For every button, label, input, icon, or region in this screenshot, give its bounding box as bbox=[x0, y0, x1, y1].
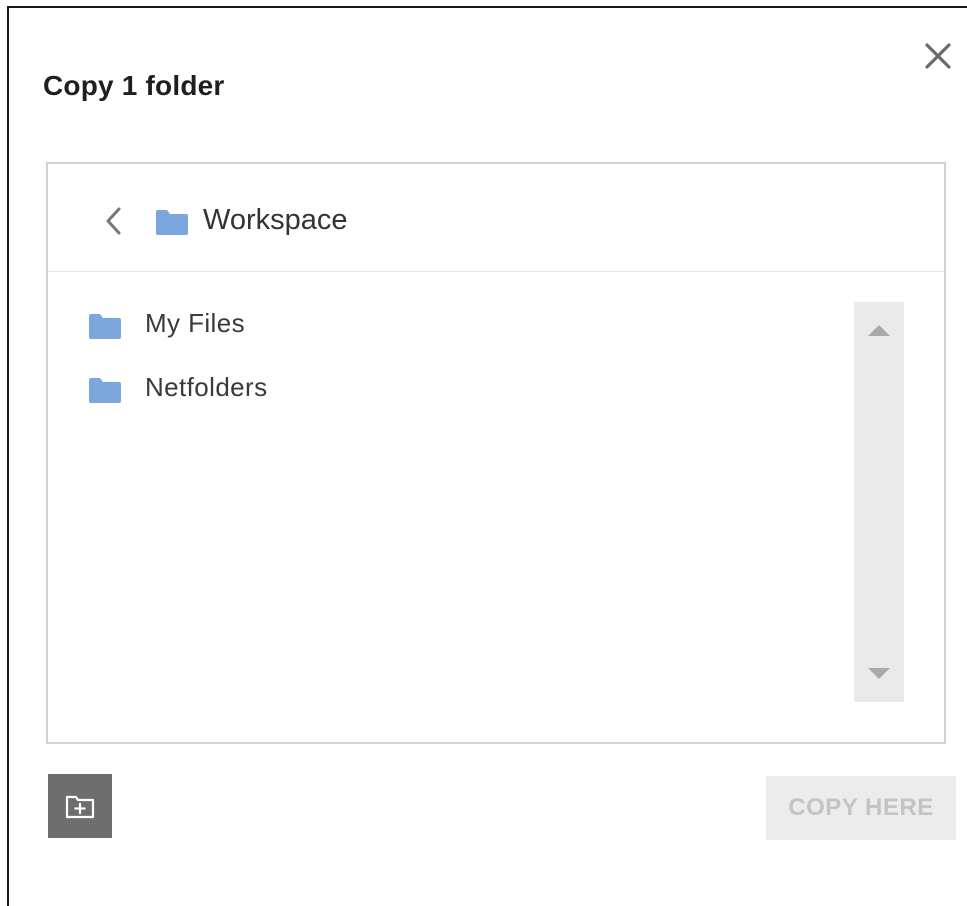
folder-item-my-files[interactable]: My Files bbox=[86, 298, 826, 348]
folder-icon bbox=[156, 210, 188, 235]
scrollbar[interactable] bbox=[854, 302, 904, 702]
folder-item-netfolders[interactable]: Netfolders bbox=[86, 362, 826, 412]
new-folder-button[interactable] bbox=[48, 774, 112, 838]
current-folder-name: Workspace bbox=[203, 204, 348, 236]
folder-browser-header: Workspace bbox=[48, 164, 944, 272]
triangle-down-icon bbox=[868, 668, 890, 679]
close-icon bbox=[925, 43, 951, 69]
new-folder-icon bbox=[65, 795, 95, 819]
folder-browser: Workspace My Files Netfolders bbox=[46, 162, 946, 744]
back-button[interactable] bbox=[100, 205, 128, 237]
folder-icon bbox=[89, 314, 121, 339]
folder-icon bbox=[89, 378, 121, 403]
chevron-left-icon bbox=[106, 207, 121, 235]
folder-item-label: My Files bbox=[145, 308, 245, 338]
folder-item-label: Netfolders bbox=[145, 372, 268, 402]
scroll-up-button[interactable] bbox=[854, 314, 904, 344]
close-button[interactable] bbox=[920, 38, 956, 74]
triangle-up-icon bbox=[868, 325, 890, 336]
dialog-title: Copy 1 folder bbox=[43, 70, 225, 101]
scroll-down-button[interactable] bbox=[854, 660, 904, 690]
copy-here-button[interactable]: COPY HERE bbox=[766, 776, 956, 840]
